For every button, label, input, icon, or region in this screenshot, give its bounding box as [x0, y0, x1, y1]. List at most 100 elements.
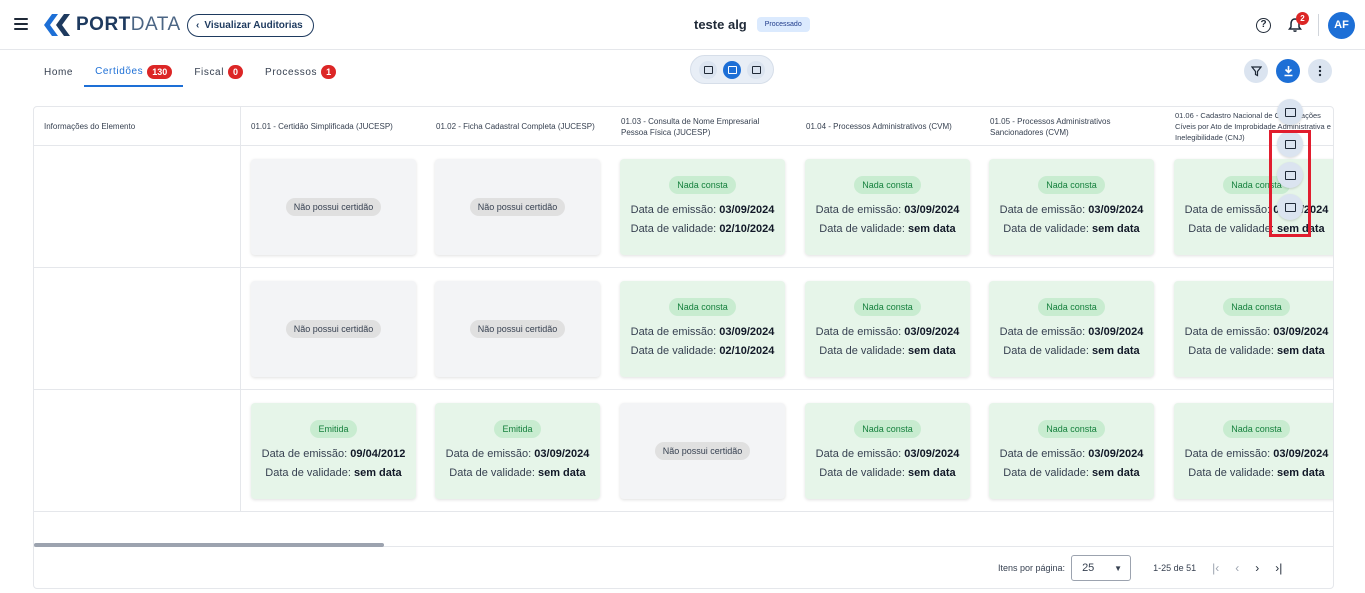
folder-export-button[interactable]	[1277, 99, 1303, 125]
help-icon[interactable]: ?	[1256, 18, 1271, 33]
items-per-page-value: 25	[1082, 562, 1095, 574]
validity-date-line: Data de validade: sem data	[265, 466, 402, 479]
card-view-button[interactable]	[723, 60, 741, 79]
certificate-status-pill: Nada consta	[1223, 419, 1290, 438]
certificates-table: Informações do Elemento 01.01 - Certidão…	[33, 106, 1334, 589]
emission-date: 03/09/2024	[1273, 447, 1329, 460]
validity-date: sem data	[1091, 466, 1140, 479]
emission-date-line: Data de emissão: 03/09/2024	[815, 203, 960, 216]
validity-date: 02/10/2024	[719, 222, 775, 235]
table-row: Não possui certidão Não possui certidão Na…	[34, 146, 1333, 268]
user-avatar[interactable]: AF	[1328, 12, 1355, 39]
column-header-element-info: Informações do Elemento	[34, 107, 241, 146]
tab-processos[interactable]: Processos 1	[254, 58, 347, 86]
certificate-card-none[interactable]: Não possui certidão	[251, 281, 416, 377]
record-title: teste alg Processado	[694, 17, 810, 32]
certificate-status-pill: Nada consta	[1223, 297, 1290, 316]
portdata-logo[interactable]: PORTDATA	[44, 14, 181, 36]
tab-fiscal-label: Fiscal	[194, 66, 225, 78]
no-certificate-pill: Não possui certidão	[469, 320, 566, 338]
emission-date-line: Data de emissão: 03/09/2024	[999, 447, 1144, 460]
certificate-card[interactable]: Nada consta Data de emissão: 03/09/2024 Da…	[805, 281, 970, 377]
download-icon	[1284, 66, 1292, 77]
certificate-card[interactable]: Nada consta Data de emissão: 03/09/2024 Da…	[1174, 403, 1333, 499]
column-header: 01.05 - Processos Administrativos Sancio…	[990, 116, 1111, 137]
previous-page-icon[interactable]: ‹	[1235, 561, 1239, 575]
column-header: 01.04 - Processos Administrativos (CVM)	[806, 122, 952, 131]
certificate-card[interactable]: Nada consta Data de emissão: 03/09/2024 Da…	[1174, 281, 1333, 377]
certificate-status-pill: Emitida	[310, 419, 357, 438]
validity-date: sem data	[907, 222, 956, 235]
emission-date-line: Data de emissão: 03/09/2024	[815, 447, 960, 460]
tab-processos-label: Processos	[265, 66, 318, 78]
caret-down-icon: ▼	[1114, 563, 1123, 573]
view-audits-label: Visualizar Auditorias	[204, 20, 303, 31]
view-mode-toggle	[690, 55, 774, 84]
validity-date-line: Data de validade: sem data	[449, 466, 586, 479]
main-tabs: Home Certidões 130 Fiscal 0 Processos 1	[33, 58, 347, 88]
tab-fiscal[interactable]: Fiscal 0	[183, 58, 254, 86]
horizontal-scrollbar[interactable]	[34, 543, 384, 547]
list-view-button[interactable]	[699, 60, 717, 79]
emission-date-line: Data de emissão: 03/09/2024	[630, 325, 775, 338]
emission-date: 03/09/2024	[534, 447, 590, 460]
certificate-card[interactable]: Nada consta Data de emissão: 03/09/2024 Da…	[989, 159, 1154, 255]
grid-view-button[interactable]	[747, 60, 765, 79]
validity-date-line: Data de validade: sem data	[1003, 344, 1140, 357]
certificate-card-none[interactable]: Não possui certidão	[435, 281, 600, 377]
header-divider	[1318, 14, 1319, 36]
certificate-card-none[interactable]: Não possui certidão	[620, 403, 785, 499]
last-page-icon[interactable]: ›|	[1275, 561, 1282, 575]
column-header: 01.03 - Consulta de Nome Empresarial Pes…	[621, 116, 760, 137]
card-view-icon	[727, 65, 737, 74]
certificate-card[interactable]: Nada consta Data de emissão: 03/09/2024 Da…	[620, 159, 785, 255]
more-options-button[interactable]	[1308, 59, 1332, 83]
tab-fiscal-count: 0	[228, 65, 244, 79]
emission-date-line: Data de emissão: 03/09/2024	[999, 203, 1144, 216]
certificate-card[interactable]: Emitida Data de emissão: 03/09/2024 Data d…	[435, 403, 600, 499]
brand-name: PORTDATA	[76, 14, 181, 35]
tab-home[interactable]: Home	[33, 58, 84, 86]
emission-date: 03/09/2024	[1088, 447, 1144, 460]
emission-date-line: Data de emissão: 03/09/2024	[815, 325, 960, 338]
certificate-status-pill: Nada consta	[669, 175, 736, 194]
logo-mark-icon	[44, 14, 70, 36]
certificate-card[interactable]: Nada consta Data de emissão: 03/09/2024 Da…	[989, 281, 1154, 377]
tab-certidoes[interactable]: Certidões 130	[84, 58, 184, 87]
certificate-card-none[interactable]: Não possui certidão	[435, 159, 600, 255]
certificate-status-pill: Emitida	[494, 419, 541, 438]
element-info-cell	[34, 146, 241, 267]
emission-date: 03/09/2024	[1273, 325, 1329, 338]
element-info-cell	[34, 268, 241, 389]
emission-date: 03/09/2024	[1088, 203, 1144, 216]
validity-date-line: Data de validade: sem data	[819, 344, 956, 357]
first-page-icon[interactable]: |‹	[1212, 561, 1219, 575]
certificate-card[interactable]: Nada consta Data de emissão: 03/09/2024 Da…	[805, 403, 970, 499]
certificate-card[interactable]: Nada consta Data de emissão: 03/09/2024 Da…	[989, 403, 1154, 499]
certificate-status-pill: Nada consta	[669, 297, 736, 316]
emission-date: 03/09/2024	[904, 325, 960, 338]
validity-date: sem data	[1091, 344, 1140, 357]
emission-date-line: Data de emissão: 09/04/2012	[261, 447, 406, 460]
validity-date: sem data	[537, 466, 586, 479]
highlight-annotation-box	[1269, 130, 1311, 237]
download-button[interactable]	[1276, 59, 1300, 83]
certificate-status-pill: Nada consta	[1038, 419, 1105, 438]
certificate-card[interactable]: Nada consta Data de emissão: 03/09/2024 Da…	[620, 281, 785, 377]
emission-date: 03/09/2024	[904, 203, 960, 216]
validity-date: sem data	[353, 466, 402, 479]
certificate-card[interactable]: Nada consta Data de emissão: 03/09/2024 Da…	[805, 159, 970, 255]
next-page-icon[interactable]: ›	[1255, 561, 1259, 575]
table-row: Não possui certidão Não possui certidão Na…	[34, 268, 1333, 390]
filter-button[interactable]	[1244, 59, 1268, 83]
view-audits-button[interactable]: ‹ Visualizar Auditorias	[187, 14, 314, 37]
certificate-card-none[interactable]: Não possui certidão	[251, 159, 416, 255]
folder-export-icon	[1284, 107, 1296, 117]
record-name: teste alg	[694, 17, 747, 32]
more-vertical-icon	[1318, 65, 1322, 77]
top-bar: PORTDATA ‹ Visualizar Auditorias teste a…	[0, 0, 1365, 50]
emission-date: 03/09/2024	[904, 447, 960, 460]
certificate-card[interactable]: Emitida Data de emissão: 09/04/2012 Data d…	[251, 403, 416, 499]
items-per-page-select[interactable]: 25 ▼	[1071, 555, 1132, 581]
hamburger-menu-icon[interactable]	[14, 18, 28, 30]
